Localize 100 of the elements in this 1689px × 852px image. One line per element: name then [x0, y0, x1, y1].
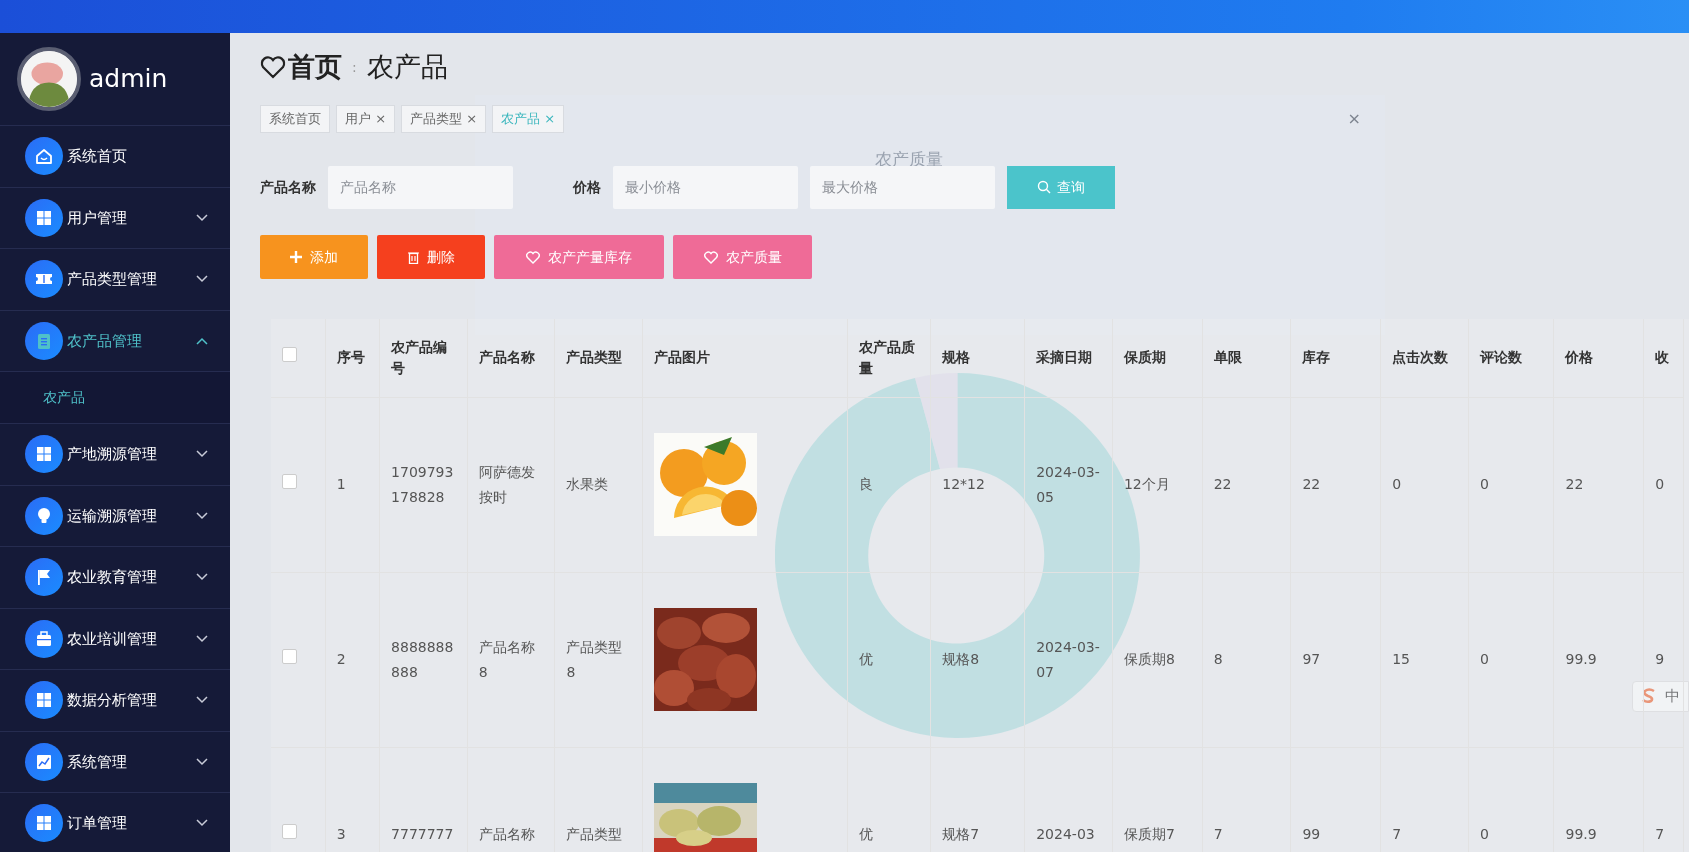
table-cell: 0 — [1392, 476, 1402, 493]
breadcrumb-current: 农产品 — [366, 49, 448, 84]
table-cell: 8 — [1213, 651, 1223, 668]
table-cell: 12个月 — [1123, 476, 1170, 493]
menu-item[interactable]: 系统首页 — [0, 126, 230, 188]
table-cell: 2 — [336, 651, 346, 668]
table-cell: 保质期7 — [1123, 826, 1175, 843]
table-cell: 水果类 — [566, 476, 609, 493]
breadcrumb-separator: : — [352, 57, 357, 77]
house-icon — [25, 137, 63, 176]
page-tab[interactable]: 产品类型 × — [401, 105, 487, 133]
table-cell: 产品名称8 — [478, 639, 535, 680]
table-cell: 3 — [336, 826, 346, 843]
table-cell: 1 — [336, 476, 346, 493]
briefcase-icon — [25, 619, 63, 658]
table-cell: 1709793178828 — [391, 464, 454, 505]
column-header: 农产品质量 — [858, 338, 915, 376]
table-cell: 99 — [1302, 826, 1321, 843]
menu-item[interactable]: 运输溯源管理 — [0, 485, 230, 547]
table-cell: 99.9 — [1565, 826, 1597, 843]
column-header: 产品类型 — [566, 349, 623, 366]
trash-icon — [407, 250, 419, 264]
max-price-field[interactable]: 最大价格 — [810, 165, 995, 209]
heart-icon — [260, 55, 286, 79]
column-header: 价格 — [1565, 349, 1594, 366]
menu-item[interactable]: 系统管理 — [0, 731, 230, 793]
table-cell: 产品类型 — [566, 826, 623, 843]
checkbox[interactable] — [282, 347, 297, 363]
table-cell: 0 — [1479, 476, 1489, 493]
table-cell: 规格8 — [942, 651, 980, 668]
column-header: 采摘日期 — [1036, 349, 1093, 366]
plus-icon — [290, 251, 302, 263]
menu-item[interactable]: 用户管理 — [0, 187, 230, 249]
table-cell: 0 — [1479, 826, 1489, 843]
checkbox[interactable] — [282, 474, 297, 490]
checkbox[interactable] — [282, 824, 297, 840]
column-header: 单限 — [1213, 349, 1242, 366]
user-name: admin — [89, 63, 168, 96]
table-cell: 7 — [1392, 826, 1402, 843]
chevron-down-icon — [196, 757, 208, 766]
table-cell: 7 — [1655, 826, 1665, 843]
chevron-down-icon — [196, 634, 208, 643]
table-cell: 12*12 — [942, 476, 985, 493]
menu-item[interactable]: 产品类型管理 — [0, 249, 230, 311]
grid-icon — [25, 804, 63, 843]
column-header: 规格 — [942, 349, 971, 366]
table-cell: 0 — [1479, 651, 1489, 668]
heart-icon — [703, 250, 718, 264]
column-header: 收 — [1655, 349, 1670, 366]
column-header: 产品图片 — [654, 349, 711, 366]
menu-item[interactable]: 订单管理 — [0, 793, 230, 852]
chevron-up-icon — [196, 336, 208, 345]
delete-button[interactable]: 删除 — [377, 235, 485, 279]
chevron-down-icon — [196, 573, 208, 582]
table-cell: 22 — [1213, 476, 1232, 493]
search-icon — [1037, 180, 1051, 194]
table-cell: 优 — [858, 826, 873, 843]
column-header: 点击次数 — [1392, 349, 1449, 366]
field-label: 产品名称 — [260, 177, 316, 197]
chart-icon — [25, 742, 63, 781]
ime-toolbar[interactable]: 中 — [1632, 681, 1689, 712]
table-cell: 保质期8 — [1123, 651, 1175, 668]
table-cell: 7 — [1213, 826, 1223, 843]
column-header: 产品名称 — [478, 349, 535, 366]
chevron-down-icon — [196, 696, 208, 705]
column-header: 农产品编号 — [391, 338, 448, 376]
name-field[interactable]: 产品名称 — [328, 165, 513, 209]
grid-icon — [25, 681, 63, 720]
table-cell: 7777777 — [391, 826, 454, 843]
grid-icon — [25, 435, 63, 474]
table-cell: 规格7 — [942, 826, 980, 843]
table-cell: 2024-03-07 — [1036, 639, 1100, 680]
table-cell: 99.9 — [1565, 651, 1597, 668]
table-cell: 优 — [858, 651, 873, 668]
table-cell: 产品类型8 — [566, 639, 623, 680]
page-tab[interactable]: 系统首页 — [260, 105, 330, 133]
page-tab[interactable]: 用户 × — [336, 105, 396, 133]
heart-icon — [526, 250, 540, 264]
ticket-icon — [25, 260, 63, 299]
chevron-down-icon — [196, 819, 208, 828]
chevron-down-icon — [196, 213, 208, 222]
menu-item[interactable]: 数据分析管理 — [0, 670, 230, 732]
table-cell: 0 — [1655, 476, 1665, 493]
clipboard-icon — [25, 321, 63, 360]
checkbox[interactable] — [282, 649, 297, 665]
s-logo-icon — [1641, 688, 1657, 705]
table-cell: 2024-03-05 — [1036, 464, 1100, 505]
breadcrumb-home[interactable]: 首页 — [260, 46, 342, 88]
table-cell: 97 — [1302, 651, 1321, 668]
chevron-down-icon — [196, 450, 208, 459]
table-cell: 良 — [858, 476, 873, 493]
menu-item[interactable]: 农业教育管理 — [0, 547, 230, 609]
table-cell: 产品名称 — [478, 826, 535, 843]
table-cell: 8888888888 — [391, 639, 454, 680]
menu-item[interactable]: 产地溯源管理 — [0, 424, 230, 486]
grid-icon — [25, 198, 63, 237]
flag-icon — [25, 558, 63, 597]
menu-item[interactable]: 农业培训管理 — [0, 608, 230, 670]
column-header: 评论数 — [1479, 349, 1522, 366]
min-price-field[interactable]: 最小价格 — [613, 165, 798, 209]
